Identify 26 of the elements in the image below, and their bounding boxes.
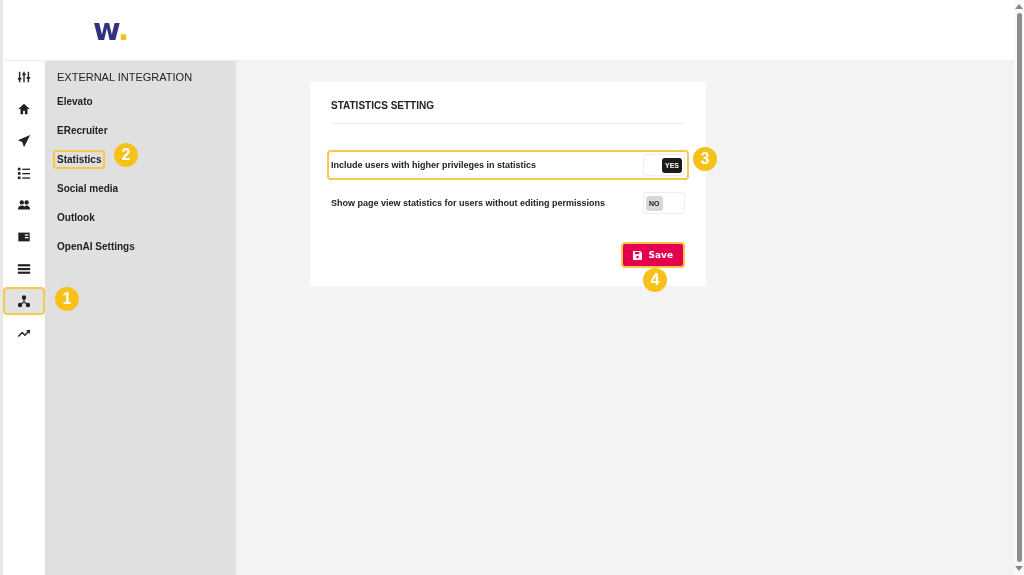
submenu-item[interactable]: Elevato xyxy=(53,92,97,111)
setting-label: Show page view statistics for users without editing permissions xyxy=(331,198,606,208)
nav-rail-item[interactable] xyxy=(3,287,45,315)
hub-icon xyxy=(17,294,31,308)
submenu-item[interactable]: Outlook xyxy=(53,208,99,227)
submenu-item[interactable]: ERecruiter xyxy=(53,121,112,140)
submenu-title: EXTERNAL INTEGRATION xyxy=(57,71,194,83)
submenu-item[interactable]: Statistics xyxy=(53,150,106,169)
step-number: 3 xyxy=(693,147,717,171)
step-number: 4 xyxy=(643,268,667,292)
scrollbar[interactable] xyxy=(1014,0,1024,575)
paper-plane-icon xyxy=(17,134,31,148)
rows-icon xyxy=(17,262,31,276)
setting-label: Include users with higher privileges in statistics xyxy=(331,160,537,170)
sliders-icon xyxy=(17,70,31,84)
home-icon xyxy=(17,102,31,116)
save-button[interactable]: Save xyxy=(621,242,685,268)
scroll-down-icon[interactable] xyxy=(1015,566,1023,571)
submenu-item[interactable]: OpenAI Settings xyxy=(53,237,139,256)
list-icon xyxy=(17,166,31,180)
card-title: STATISTICS SETTING xyxy=(331,100,685,124)
logo: w. xyxy=(93,15,129,45)
submenu-item[interactable]: Social media xyxy=(53,179,123,198)
people-icon xyxy=(17,198,31,212)
book-icon xyxy=(17,230,31,244)
scroll-up-icon[interactable] xyxy=(1015,4,1023,9)
